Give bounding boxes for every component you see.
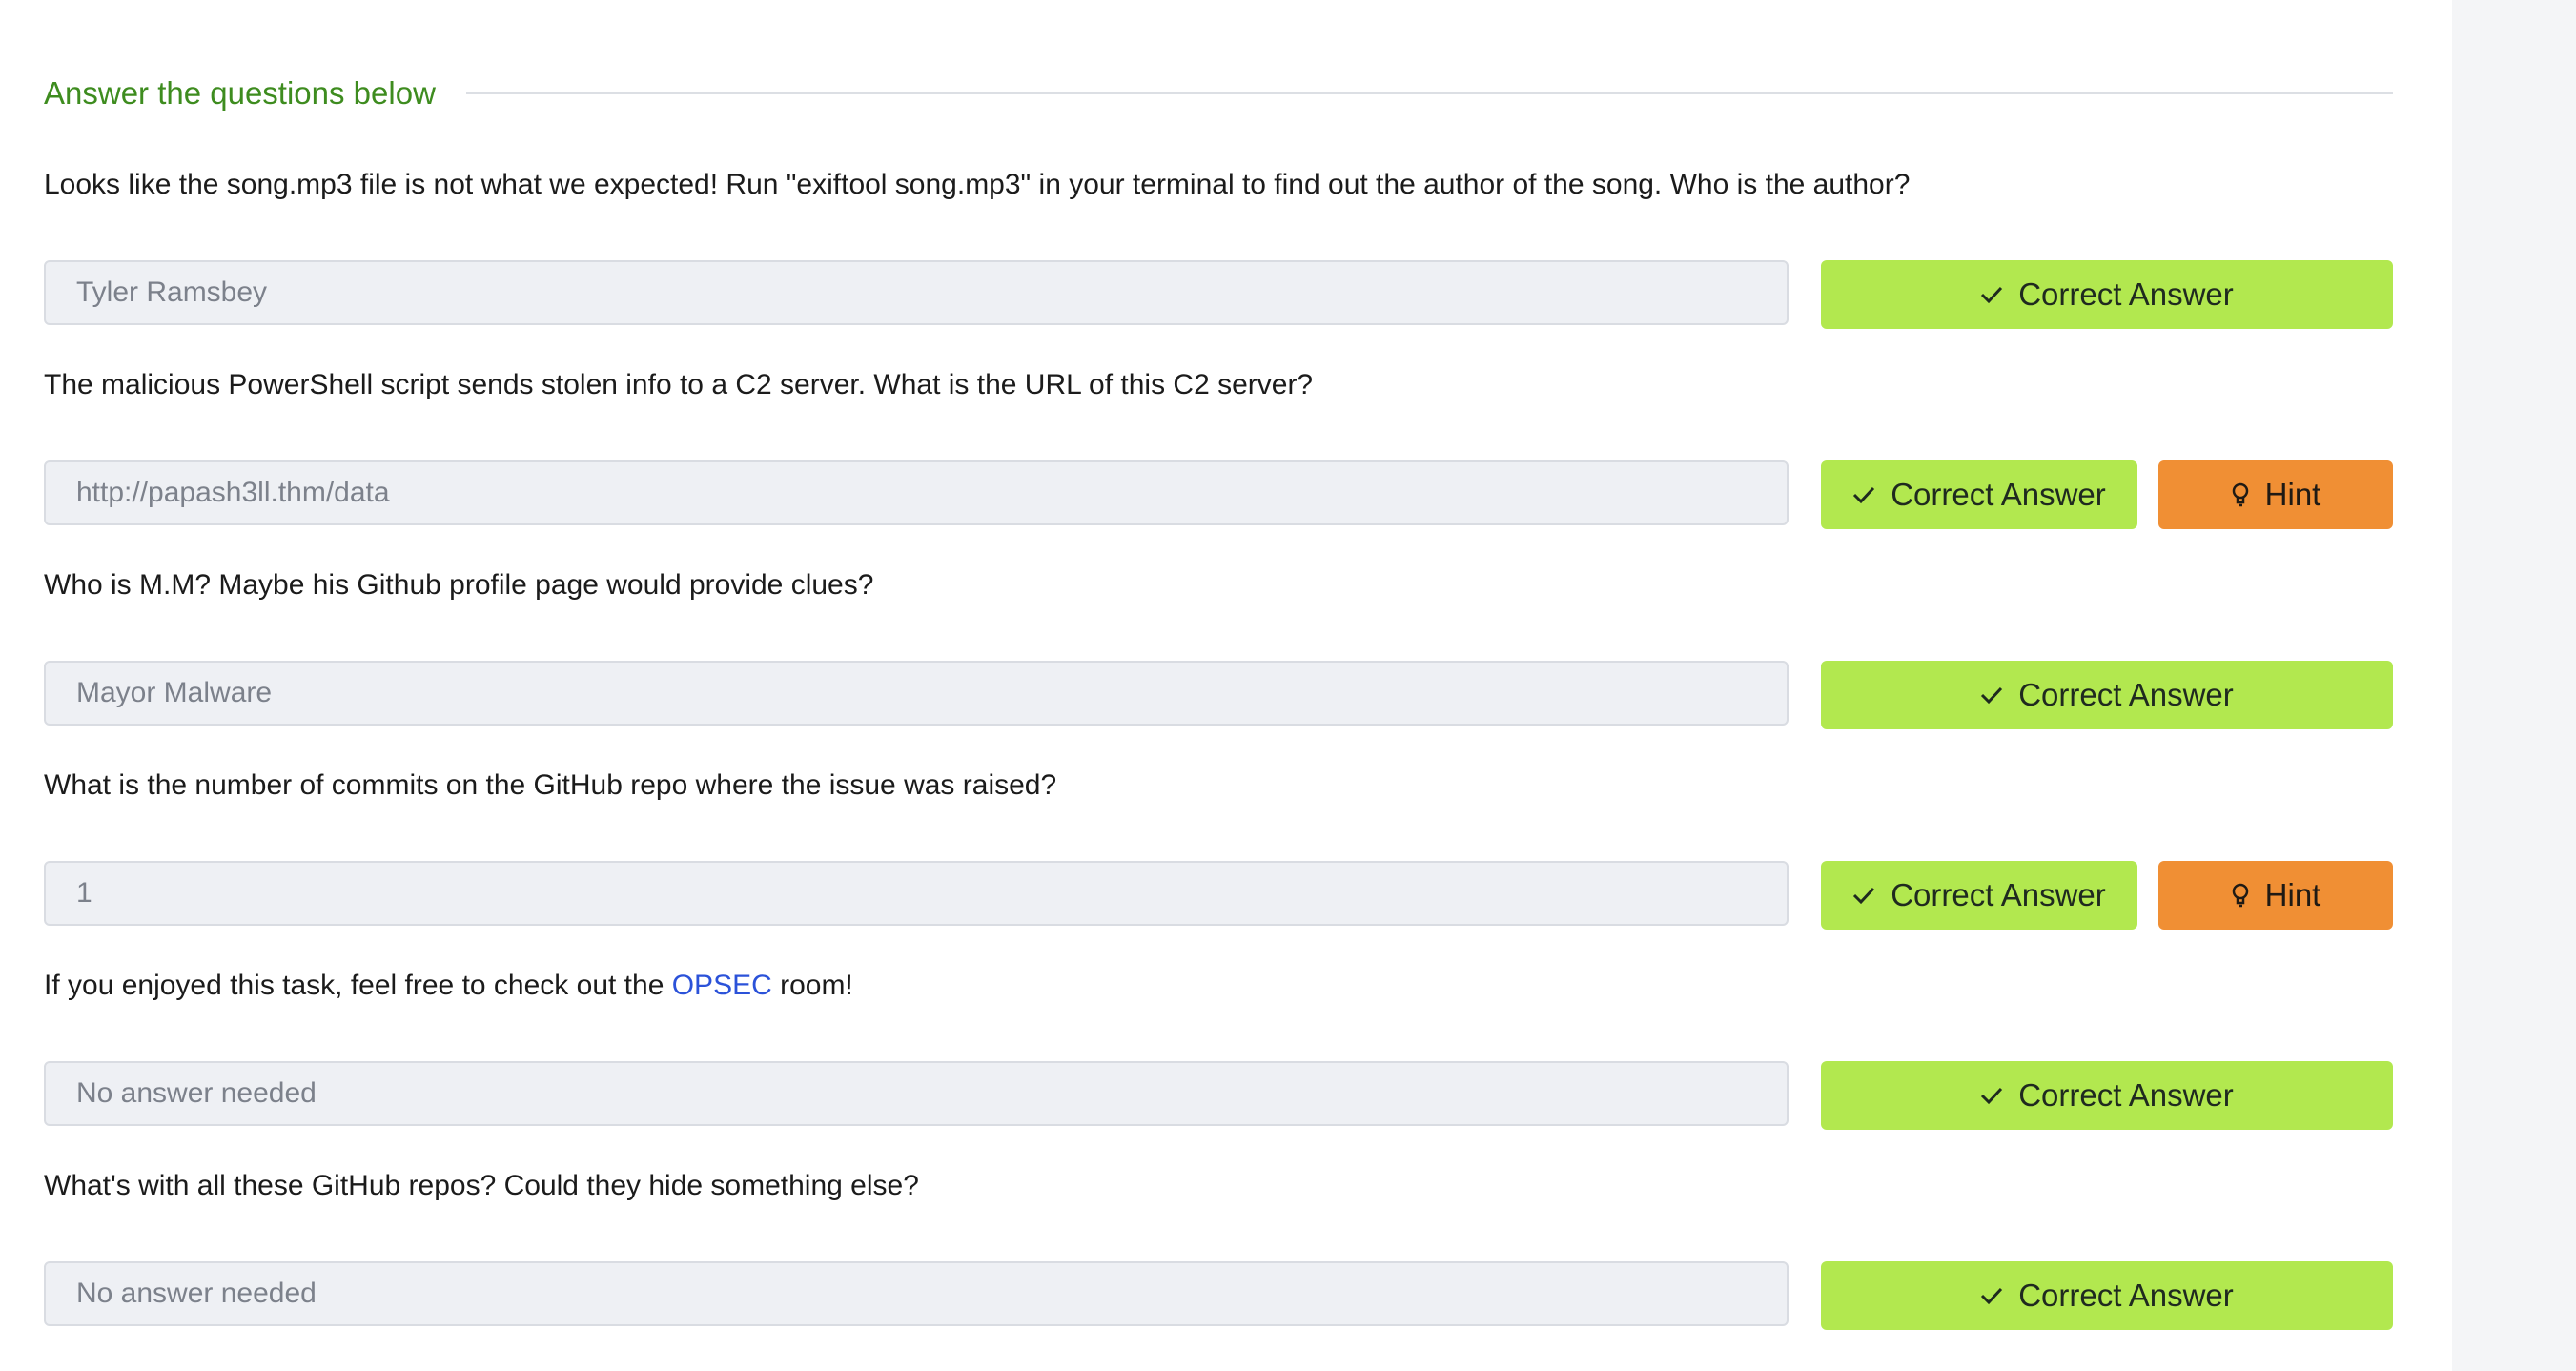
lightbulb-icon <box>2231 882 2250 909</box>
page: Answer the questions below Looks like th… <box>0 0 2576 1371</box>
answer-input[interactable]: No answer needed <box>44 1261 1789 1326</box>
correct-answer-label: Correct Answer <box>2018 677 2234 712</box>
section-divider <box>465 92 2393 94</box>
answer-row: http://papash3ll.thm/data Correct Answer… <box>44 460 2393 529</box>
correct-answer-label: Correct Answer <box>2018 276 2234 312</box>
answer-row: No answer needed Correct Answer <box>44 1061 2393 1130</box>
answer-input[interactable]: Mayor Malware <box>44 661 1789 726</box>
correct-answer-button[interactable]: Correct Answer <box>1821 861 2137 930</box>
question-text: Who is M.M? Maybe his Github profile pag… <box>44 569 874 601</box>
check-icon <box>1980 1286 2003 1305</box>
question-text: What's with all these GitHub repos? Coul… <box>44 1170 919 1201</box>
question-text: Looks like the song.mp3 file is not what… <box>44 169 1911 200</box>
question-text: The malicious PowerShell script sends st… <box>44 369 1314 400</box>
answer-row: Mayor Malware Correct Answer <box>44 661 2393 729</box>
check-icon <box>1852 886 1875 905</box>
question-text: What is the number of commits on the Git… <box>44 769 1057 801</box>
check-icon <box>1980 285 2003 304</box>
correct-answer-label: Correct Answer <box>2018 1077 2234 1113</box>
correct-answer-label: Correct Answer <box>2018 1278 2234 1313</box>
check-icon <box>1980 1086 2003 1105</box>
correct-answer-button[interactable]: Correct Answer <box>1821 260 2393 329</box>
opsec-room-link[interactable]: OPSEC <box>672 970 772 1001</box>
answer-row: Tyler Ramsbey Correct Answer <box>44 260 2393 329</box>
section-header: Answer the questions below <box>44 67 2393 120</box>
answer-input[interactable]: 1 <box>44 861 1789 926</box>
section-title: Answer the questions below <box>44 75 436 111</box>
answer-input[interactable]: Tyler Ramsbey <box>44 260 1789 325</box>
lightbulb-icon <box>2231 481 2250 508</box>
answer-input[interactable]: http://papash3ll.thm/data <box>44 460 1789 525</box>
right-gutter <box>2452 0 2576 1371</box>
correct-answer-button[interactable]: Correct Answer <box>1821 661 2393 729</box>
answer-row: 1 Correct Answer Hint <box>44 861 2393 930</box>
hint-label: Hint <box>2264 877 2321 912</box>
hint-button[interactable]: Hint <box>2158 460 2393 529</box>
correct-answer-label: Correct Answer <box>1891 477 2106 512</box>
correct-answer-button[interactable]: Correct Answer <box>1821 1261 2393 1330</box>
correct-answer-button[interactable]: Correct Answer <box>1821 460 2137 529</box>
hint-label: Hint <box>2264 477 2321 512</box>
check-icon <box>1852 485 1875 504</box>
check-icon <box>1980 686 2003 705</box>
task-answers-panel: Answer the questions below Looks like th… <box>0 0 2452 1371</box>
correct-answer-label: Correct Answer <box>1891 877 2106 912</box>
question-text-after: room! <box>771 970 853 1001</box>
answer-input[interactable]: No answer needed <box>44 1061 1789 1126</box>
hint-button[interactable]: Hint <box>2158 861 2393 930</box>
answer-row: No answer needed Correct Answer <box>44 1261 2393 1330</box>
correct-answer-button[interactable]: Correct Answer <box>1821 1061 2393 1130</box>
question-text: If you enjoyed this task, feel free to c… <box>44 962 2393 1010</box>
question-text-before: If you enjoyed this task, feel free to c… <box>44 970 672 1001</box>
